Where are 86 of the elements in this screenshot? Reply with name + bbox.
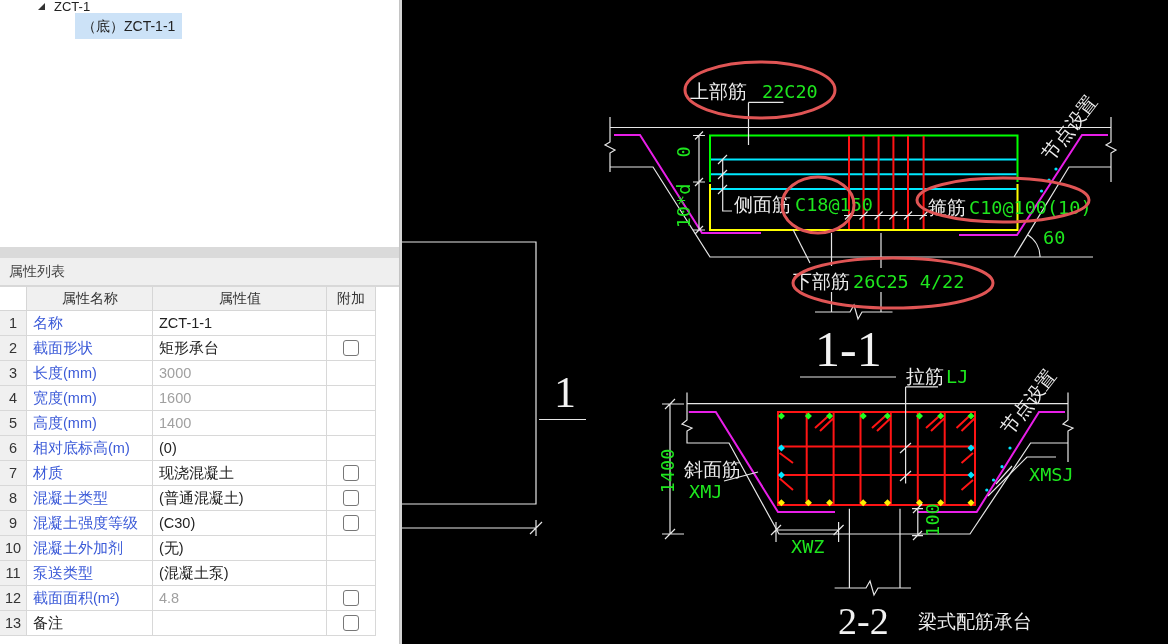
- rebar-dot: [985, 488, 989, 492]
- property-name: 混凝土强度等级: [27, 511, 153, 536]
- tree-item[interactable]: （底）ZCT-1-1: [75, 13, 183, 39]
- collapse-icon[interactable]: [38, 3, 45, 10]
- property-name: 截面形状: [27, 336, 153, 361]
- row-number: 6: [0, 436, 27, 461]
- checkbox[interactable]: [343, 615, 359, 631]
- property-value: 矩形承台: [153, 336, 327, 361]
- rebar-spec: XMJ: [689, 481, 723, 502]
- property-name: 混凝土类型: [27, 486, 153, 511]
- property-name: 长度(mm): [27, 361, 153, 386]
- section-title: 2-2: [838, 600, 889, 642]
- row-number: 12: [0, 586, 27, 611]
- tree-item[interactable]: ZCT-1: [54, 0, 91, 13]
- row-number: 5: [0, 411, 27, 436]
- checkbox[interactable]: [343, 490, 359, 506]
- rebar-label: 拉筋: [906, 365, 944, 387]
- property-value: 现浇混凝土: [153, 461, 327, 486]
- section-title: 1-1: [815, 321, 882, 377]
- rebar-dot: [1008, 446, 1012, 450]
- angle-label: 60: [1043, 227, 1066, 248]
- property-value: ZCT-1-1: [153, 311, 327, 336]
- row-number: 1: [0, 311, 27, 336]
- leader-line: [717, 154, 733, 212]
- property-value: (普通混凝土): [153, 486, 327, 511]
- property-value: 3000: [153, 361, 327, 386]
- row-number: 11: [0, 561, 27, 586]
- row-number: 3: [0, 361, 27, 386]
- panel-title: 属性列表: [0, 258, 399, 287]
- rebar-label: 斜面筋: [684, 458, 741, 480]
- property-value: (C30): [153, 511, 327, 536]
- property-name: 截面面积(m²): [27, 586, 153, 611]
- leader-line: [792, 228, 811, 264]
- property-name: 备注: [27, 611, 153, 636]
- property-value: 4.8: [153, 586, 327, 611]
- column-header: 属性值: [153, 287, 327, 311]
- section-mark-line: [538, 418, 587, 421]
- row-number: 8: [0, 486, 27, 511]
- checkbox[interactable]: [343, 515, 359, 531]
- dimension-label: 100: [921, 503, 943, 537]
- rebar-spec: 22C20: [762, 81, 818, 102]
- property-name: 混凝土外加剂: [27, 536, 153, 561]
- table-cell: [327, 386, 376, 411]
- angle-arc: [1026, 234, 1041, 258]
- property-value: (0): [153, 436, 327, 461]
- leader-line: [747, 101, 785, 146]
- table-cell: [327, 411, 376, 436]
- property-value: 1600: [153, 386, 327, 411]
- rebar-dot: [1039, 189, 1044, 193]
- dimension-label: 10*d: [672, 183, 694, 229]
- property-value: (混凝土泵): [153, 561, 327, 586]
- row-number: 4: [0, 386, 27, 411]
- rebar-spec: LJ: [946, 366, 969, 387]
- section-mark: 1: [554, 368, 576, 417]
- property-name: 宽度(mm): [27, 386, 153, 411]
- checkbox[interactable]: [343, 340, 359, 356]
- row-number: 9: [0, 511, 27, 536]
- row-number: 13: [0, 611, 27, 636]
- row-number: 10: [0, 536, 27, 561]
- property-name: 材质: [27, 461, 153, 486]
- rebar-tag: XWZ: [791, 536, 825, 557]
- property-name: 高度(mm): [27, 411, 153, 436]
- rebar-dot: [991, 478, 996, 482]
- row-number: 2: [0, 336, 27, 361]
- corner-cell: [0, 287, 27, 311]
- rebar-dot: [1000, 465, 1004, 469]
- rebar-dot: [1054, 167, 1058, 171]
- dimension-line: [911, 503, 924, 541]
- property-name: 名称: [27, 311, 153, 336]
- property-name: 相对底标高(m): [27, 436, 153, 461]
- property-value: (无): [153, 536, 327, 561]
- column-header: 附加: [327, 287, 376, 311]
- property-name: 泵送类型: [27, 561, 153, 586]
- rebar-tag: XMSJ: [1029, 464, 1074, 485]
- dimension-label: 1400: [656, 448, 678, 494]
- drawing-title: 梁式配筋承台: [918, 610, 1032, 632]
- checkbox[interactable]: [343, 465, 359, 481]
- dimension-label: 0: [672, 146, 694, 158]
- rebar-label: 上部筋: [690, 80, 747, 102]
- rebar-dot: [1047, 178, 1051, 182]
- row-number: 7: [0, 461, 27, 486]
- rebar-spec: 26C25 4/22: [853, 271, 965, 292]
- node-note: 节点设置: [995, 365, 1061, 439]
- column-header: 属性名称: [27, 287, 153, 311]
- node-note: 节点设置: [1036, 91, 1102, 165]
- property-value: 1400: [153, 411, 327, 436]
